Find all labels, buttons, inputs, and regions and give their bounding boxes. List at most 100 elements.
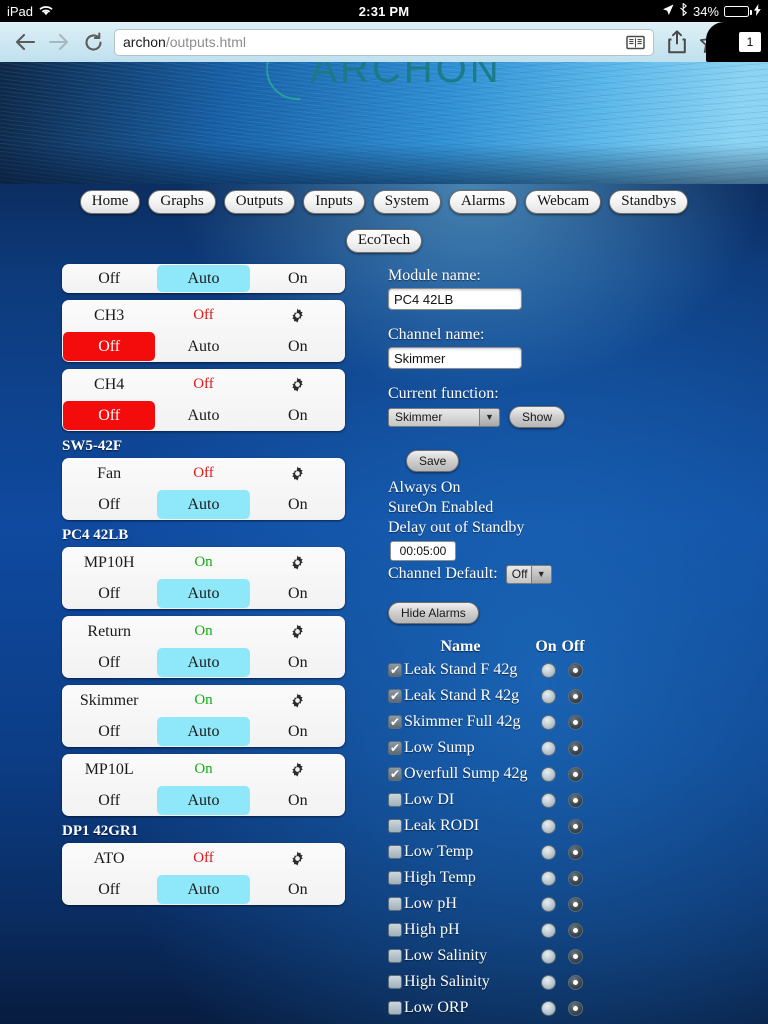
- tab-count-button[interactable]: 1: [732, 22, 768, 62]
- alarm-on-radio[interactable]: [540, 662, 556, 678]
- alarm-off-radio[interactable]: [567, 714, 583, 730]
- alarm-on-radio[interactable]: [540, 948, 556, 964]
- alarm-enable-checkbox[interactable]: ✔: [388, 689, 402, 703]
- alarm-on-radio[interactable]: [540, 792, 556, 808]
- address-bar[interactable]: archon/outputs.html: [114, 28, 654, 56]
- channel-name-input[interactable]: Skimmer: [388, 347, 522, 369]
- alarm-enable-checkbox[interactable]: [388, 975, 402, 989]
- alarm-on-radio[interactable]: [540, 974, 556, 990]
- alarm-off-radio[interactable]: [567, 844, 583, 860]
- channel-mode-off-button[interactable]: Off: [63, 579, 155, 608]
- alarm-on-radio[interactable]: [540, 740, 556, 756]
- alarm-off-radio[interactable]: [567, 792, 583, 808]
- channel-mode-on-button[interactable]: On: [252, 490, 344, 519]
- alarm-off-radio[interactable]: [567, 662, 583, 678]
- alarm-enable-checkbox[interactable]: [388, 897, 402, 911]
- channel-mode-off-button[interactable]: Off: [63, 648, 155, 677]
- alarm-enable-checkbox[interactable]: ✔: [388, 741, 402, 755]
- alarm-off-radio[interactable]: [567, 870, 583, 886]
- delay-out-of-standby-input[interactable]: 00:05:00: [390, 541, 456, 561]
- gear-icon[interactable]: [251, 555, 345, 570]
- nav-item-standbys[interactable]: Standbys: [609, 190, 689, 214]
- channel-mode-auto-button[interactable]: Auto: [157, 717, 250, 746]
- channel-mode-off-button[interactable]: Off: [63, 717, 155, 746]
- alarm-on-radio[interactable]: [540, 688, 556, 704]
- channel-mode-on-button[interactable]: On: [252, 579, 344, 608]
- alarm-on-radio[interactable]: [540, 870, 556, 886]
- save-button[interactable]: Save: [406, 450, 460, 472]
- nav-item-webcam[interactable]: Webcam: [525, 190, 602, 214]
- alarm-enable-checkbox[interactable]: [388, 819, 402, 833]
- alarm-off-radio[interactable]: [567, 974, 583, 990]
- channel-mode-auto-button[interactable]: Auto: [157, 579, 250, 608]
- alarm-enable-checkbox[interactable]: [388, 923, 402, 937]
- reload-icon[interactable]: [76, 25, 110, 59]
- alarm-enable-checkbox[interactable]: ✔: [388, 767, 402, 781]
- alarm-off-radio[interactable]: [567, 896, 583, 912]
- nav-item-ecotech[interactable]: EcoTech: [345, 229, 423, 253]
- back-arrow-icon[interactable]: [8, 25, 42, 59]
- alarm-enable-checkbox[interactable]: [388, 949, 402, 963]
- nav-item-graphs[interactable]: Graphs: [148, 190, 216, 214]
- alarm-off-radio[interactable]: [567, 922, 583, 938]
- channel-mode-auto-button[interactable]: Auto: [157, 332, 249, 361]
- alarm-off-radio[interactable]: [567, 740, 583, 756]
- alarm-on-radio[interactable]: [540, 922, 556, 938]
- gear-icon[interactable]: [251, 762, 345, 777]
- channel-mode-auto-button[interactable]: Auto: [157, 265, 250, 292]
- channel-mode-auto-button[interactable]: Auto: [157, 875, 250, 904]
- alarm-on-radio[interactable]: [540, 766, 556, 782]
- forward-arrow-icon[interactable]: [42, 25, 76, 59]
- alarm-enable-checkbox[interactable]: [388, 793, 402, 807]
- nav-item-home[interactable]: Home: [79, 190, 141, 214]
- alarm-on-radio[interactable]: [540, 1000, 556, 1016]
- share-icon[interactable]: [660, 25, 694, 59]
- channel-mode-on-button[interactable]: On: [252, 265, 344, 292]
- alarm-off-radio[interactable]: [567, 1000, 583, 1016]
- alarm-enable-checkbox[interactable]: ✔: [388, 663, 402, 677]
- gear-icon[interactable]: [251, 377, 345, 392]
- gear-icon[interactable]: [251, 624, 345, 639]
- channel-mode-on-button[interactable]: On: [252, 401, 344, 430]
- gear-icon[interactable]: [251, 693, 345, 708]
- hide-alarms-button[interactable]: Hide Alarms: [388, 602, 479, 624]
- channel-mode-off-button[interactable]: Off: [63, 786, 155, 815]
- channel-mode-auto-button[interactable]: Auto: [157, 401, 249, 430]
- channel-mode-on-button[interactable]: On: [252, 717, 344, 746]
- channel-mode-on-button[interactable]: On: [252, 332, 344, 361]
- channel-mode-off-button[interactable]: Off: [63, 875, 155, 904]
- channel-mode-off-button[interactable]: Off: [63, 401, 156, 430]
- module-name-input[interactable]: PC4 42LB: [388, 288, 522, 310]
- alarm-on-radio[interactable]: [540, 844, 556, 860]
- channel-default-select[interactable]: Off ▼: [505, 564, 552, 584]
- channel-mode-on-button[interactable]: On: [252, 875, 344, 904]
- nav-item-outputs[interactable]: Outputs: [223, 190, 296, 214]
- gear-icon[interactable]: [251, 851, 345, 866]
- alarm-enable-checkbox[interactable]: [388, 871, 402, 885]
- nav-item-system[interactable]: System: [372, 190, 441, 214]
- alarm-on-radio[interactable]: [540, 714, 556, 730]
- alarm-enable-checkbox[interactable]: ✔: [388, 715, 402, 729]
- nav-item-inputs[interactable]: Inputs: [303, 190, 365, 214]
- alarm-enable-checkbox[interactable]: [388, 1001, 402, 1015]
- channel-mode-auto-button[interactable]: Auto: [157, 648, 250, 677]
- alarm-off-radio[interactable]: [567, 818, 583, 834]
- channel-mode-on-button[interactable]: On: [252, 648, 344, 677]
- current-function-select[interactable]: Skimmer ▼: [388, 407, 500, 427]
- channel-mode-on-button[interactable]: On: [252, 786, 344, 815]
- channel-mode-off-button[interactable]: Off: [63, 265, 155, 292]
- alarm-off-radio[interactable]: [567, 948, 583, 964]
- channel-mode-off-button[interactable]: Off: [63, 490, 155, 519]
- gear-icon[interactable]: [251, 308, 345, 323]
- alarm-off-radio[interactable]: [567, 766, 583, 782]
- alarm-off-radio[interactable]: [567, 688, 583, 704]
- channel-mode-auto-button[interactable]: Auto: [157, 786, 250, 815]
- alarm-on-radio[interactable]: [540, 818, 556, 834]
- alarm-on-radio[interactable]: [540, 896, 556, 912]
- alarm-enable-checkbox[interactable]: [388, 845, 402, 859]
- channel-mode-off-button[interactable]: Off: [63, 332, 156, 361]
- gear-icon[interactable]: [251, 466, 345, 481]
- nav-item-alarms[interactable]: Alarms: [448, 190, 518, 214]
- channel-mode-auto-button[interactable]: Auto: [157, 490, 250, 519]
- show-button[interactable]: Show: [509, 406, 566, 428]
